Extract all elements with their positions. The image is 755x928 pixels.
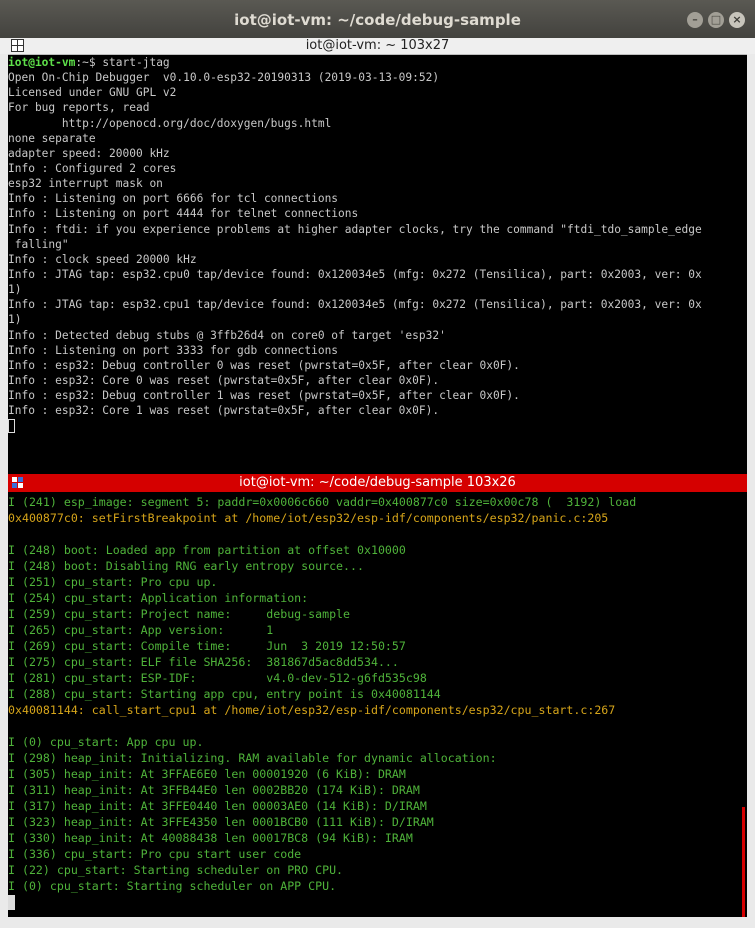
window-title: iot@iot-vm: ~/code/debug-sample [234,11,521,29]
output-line: Info : Listening on port 3333 for gdb co… [8,343,339,357]
prompt-path: :~$ [75,56,96,69]
prompt-user: iot@iot-vm [8,56,76,69]
output-line: Info : esp32: Core 1 was reset (pwrstat=… [8,404,440,418]
log-line: I (248) boot: Disabling RNG early entrop… [8,559,364,573]
log-line: 0x40081144: call_start_cpu1 at /home/iot… [8,703,616,717]
log-line: I (251) cpu_start: Pro cpu up. [8,575,218,589]
log-line: I (0) cpu_start: Starting scheduler on A… [8,879,337,893]
log-line: I (288) cpu_start: Starting app cpu, ent… [8,687,441,701]
output-line: Info : ftdi: if you experience problems … [8,222,702,236]
output-line: Info : Detected debug stubs @ 3ffb26d4 o… [8,328,446,342]
cursor-line [8,418,747,434]
log-line: I (265) cpu_start: App version: 1 [8,623,274,637]
log-line: I (311) heap_init: At 3FFB44E0 len 0002B… [8,783,420,797]
output-line: adapter speed: 20000 kHz [8,146,170,160]
close-button[interactable]: × [729,12,745,28]
output-line: none separate [8,131,96,145]
pane-divider-titlebar[interactable]: iot@iot-vm: ~/code/debug-sample 103x26 [8,474,747,492]
log-line: I (305) heap_init: At 3FFAE6E0 len 00001… [8,767,406,781]
terminal-pane-top[interactable]: iot@iot-vm:~$ start-jtag Open On-Chip De… [8,55,747,472]
bottom-border [0,917,755,928]
output-line: Info : Configured 2 cores [8,161,177,175]
output-line: For bug reports, read [8,101,150,115]
right-border [747,54,755,917]
command-text: start-jtag [95,56,170,69]
output-line: 1) [8,313,22,327]
scrollbar[interactable] [742,807,745,917]
output-line: falling" [8,237,69,251]
output-line: Open On-Chip Debugger v0.10.0-esp32-2019… [8,71,440,85]
output-line: http://openocd.org/doc/doxygen/bugs.html [8,116,332,130]
log-line: I (0) cpu_start: App cpu up. [8,735,204,749]
terminal-window: iot@iot-vm: ~/code/debug-sample – □ × io… [0,0,755,928]
log-line: I (330) heap_init: At 40088438 len 00017… [8,831,413,845]
log-line: I (317) heap_init: At 3FFE0440 len 00003… [8,799,427,813]
log-line: I (281) cpu_start: ESP-IDF: v4.0-dev-512… [8,671,427,685]
cursor-line [8,894,747,910]
log-line: I (259) cpu_start: Project name: debug-s… [8,607,351,621]
output-line: esp32 interrupt mask on [8,177,163,191]
output-line: Info : Listening on port 4444 for telnet… [8,207,359,221]
window-titlebar[interactable]: iot@iot-vm: ~/code/debug-sample – □ × [0,0,755,38]
pane-title: iot@iot-vm: ~/code/debug-sample 103x26 [239,475,516,490]
output-line: Licensed under GNU GPL v2 [8,86,177,100]
log-line: I (275) cpu_start: ELF file SHA256: 3818… [8,655,399,669]
log-line: I (269) cpu_start: Compile time: Jun 3 2… [8,639,406,653]
terminator-tabbar: iot@iot-vm: ~ 103x27 [0,38,755,55]
output-line: Info : esp32: Debug controller 1 was res… [8,389,520,403]
output-line: 1) [8,283,22,297]
output-line: Info : JTAG tap: esp32.cpu0 tap/device f… [8,267,702,281]
log-line: I (298) heap_init: Initializing. RAM ava… [8,751,497,765]
left-border [0,54,8,917]
pane-grouping-icon[interactable] [12,477,23,488]
output-line: Info : esp32: Core 0 was reset (pwrstat=… [8,373,440,387]
output-line: Info : esp32: Debug controller 0 was res… [8,358,520,372]
minimize-button[interactable]: – [687,12,703,28]
prompt-line: iot@iot-vm:~$ start-jtag [8,55,747,70]
output-line: Info : JTAG tap: esp32.cpu1 tap/device f… [8,298,702,312]
log-line: 0x400877c0: setFirstBreakpoint at /home/… [8,511,609,525]
log-line: I (336) cpu_start: Pro cpu start user co… [8,847,302,861]
tab-title: iot@iot-vm: ~ 103x27 [305,38,450,53]
maximize-button[interactable]: □ [708,12,724,28]
output-line: Info : Listening on port 6666 for tcl co… [8,192,339,206]
log-line: I (323) heap_init: At 3FFE4350 len 0001B… [8,815,434,829]
log-line: I (248) boot: Loaded app from partition … [8,543,406,557]
terminal-cursor [8,419,15,434]
log-line: I (22) cpu_start: Starting scheduler on … [8,863,344,877]
terminal-cursor [8,895,15,910]
output-line: Info : clock speed 20000 kHz [8,252,197,266]
log-line: I (254) cpu_start: Application informati… [8,591,309,605]
terminal-pane-bottom[interactable]: I (241) esp_image: segment 5: paddr=0x00… [8,494,747,917]
log-line: I (241) esp_image: segment 5: paddr=0x00… [8,495,637,509]
